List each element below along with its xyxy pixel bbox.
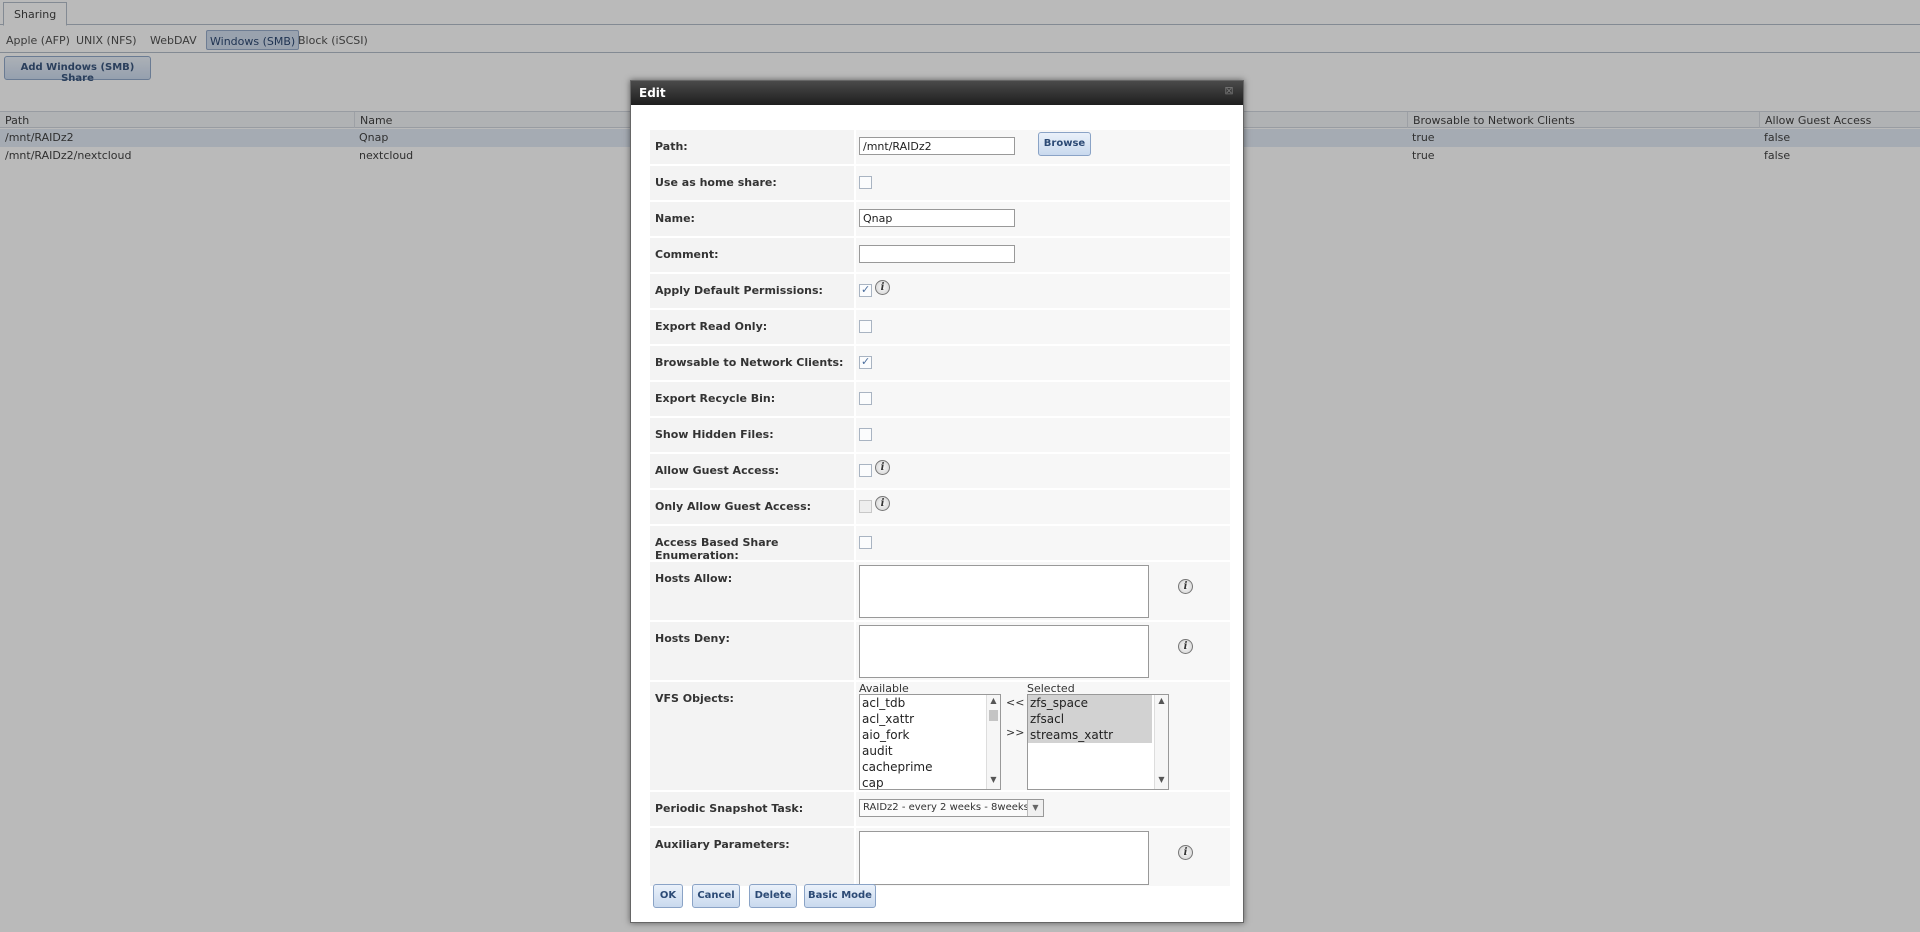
list-item[interactable]: cacheprime	[860, 759, 1000, 775]
label-vfs-objects: VFS Objects:	[650, 682, 854, 790]
abe-checkbox[interactable]	[859, 536, 872, 549]
info-icon[interactable]: i	[1178, 639, 1193, 654]
vfs-selected-scrollbar[interactable]: ▲ ▼	[1154, 695, 1168, 789]
scroll-thumb[interactable]	[989, 710, 998, 721]
home-share-checkbox[interactable]	[859, 176, 872, 189]
label-read-only: Export Read Only:	[650, 310, 854, 344]
row-path: Path: /mnt/RAIDz2 Browse	[650, 130, 1230, 164]
aux-params-textarea[interactable]	[859, 831, 1149, 885]
label-browsable: Browsable to Network Clients:	[650, 346, 854, 380]
list-item[interactable]: aio_fork	[860, 727, 1000, 743]
label-hosts-allow: Hosts Allow:	[650, 562, 854, 620]
label-path: Path:	[650, 130, 854, 164]
name-input[interactable]: Qnap	[859, 209, 1015, 227]
info-icon[interactable]: i	[875, 280, 890, 295]
list-item[interactable]: audit	[860, 743, 1000, 759]
row-snapshot-task: Periodic Snapshot Task: RAIDz2 - every 2…	[650, 792, 1230, 826]
row-hidden-files: Show Hidden Files:	[650, 418, 1230, 452]
browse-button[interactable]: Browse	[1038, 132, 1091, 156]
row-read-only: Export Read Only:	[650, 310, 1230, 344]
list-item[interactable]: acl_xattr	[860, 711, 1000, 727]
label-comment: Comment:	[650, 238, 854, 272]
hosts-allow-textarea[interactable]	[859, 565, 1149, 618]
list-item[interactable]: acl_tdb	[860, 695, 1000, 711]
snapshot-task-select[interactable]: RAIDz2 - every 2 weeks - 8weeks ▼	[859, 799, 1044, 817]
chevron-down-icon[interactable]: ▼	[1027, 800, 1043, 816]
row-aux-params: Auxiliary Parameters: i	[650, 828, 1230, 886]
scroll-up-icon[interactable]: ▲	[987, 696, 1000, 709]
row-browsable: Browsable to Network Clients:	[650, 346, 1230, 380]
list-item[interactable]: zfs_space	[1028, 695, 1152, 711]
vfs-selected-list[interactable]: zfs_space zfsacl streams_xattr ▲ ▼	[1027, 694, 1169, 790]
dialog-title: Edit	[631, 81, 1243, 105]
label-guest-access: Allow Guest Access:	[650, 454, 854, 488]
label-aux-params: Auxiliary Parameters:	[650, 828, 854, 886]
hosts-deny-textarea[interactable]	[859, 625, 1149, 678]
row-guest-access: Allow Guest Access: i	[650, 454, 1230, 488]
scroll-down-icon[interactable]: ▼	[987, 775, 1000, 788]
snapshot-task-value: RAIDz2 - every 2 weeks - 8weeks	[863, 802, 1029, 813]
info-icon[interactable]: i	[1178, 845, 1193, 860]
label-snapshot-task: Periodic Snapshot Task:	[650, 792, 854, 826]
move-right-button[interactable]: >>	[1006, 726, 1024, 739]
label-abe: Access Based Share Enumeration:	[650, 526, 854, 562]
label-default-permissions: Apply Default Permissions:	[650, 274, 854, 308]
default-permissions-checkbox[interactable]	[859, 283, 872, 297]
label-name: Name:	[650, 202, 854, 236]
list-item[interactable]: zfsacl	[1028, 711, 1152, 727]
row-home-share: Use as home share:	[650, 166, 1230, 200]
scroll-up-icon[interactable]: ▲	[1155, 696, 1168, 709]
scroll-down-icon[interactable]: ▼	[1155, 775, 1168, 788]
row-default-permissions: Apply Default Permissions: i	[650, 274, 1230, 308]
info-icon[interactable]: i	[875, 460, 890, 475]
move-left-button[interactable]: <<	[1006, 696, 1024, 709]
ok-button[interactable]: OK	[653, 884, 683, 908]
cancel-button[interactable]: Cancel	[692, 884, 740, 908]
comment-input[interactable]	[859, 245, 1015, 263]
vfs-available-scrollbar[interactable]: ▲ ▼	[986, 695, 1000, 789]
list-item[interactable]: cap	[860, 775, 1000, 789]
row-hosts-deny: Hosts Deny: i	[650, 622, 1230, 680]
browsable-checkbox[interactable]	[859, 355, 872, 369]
info-icon[interactable]: i	[1178, 579, 1193, 594]
row-hosts-allow: Hosts Allow: i	[650, 562, 1230, 620]
basic-mode-button[interactable]: Basic Mode	[804, 884, 876, 908]
row-abe: Access Based Share Enumeration:	[650, 526, 1230, 562]
read-only-checkbox[interactable]	[859, 320, 872, 333]
label-recycle-bin: Export Recycle Bin:	[650, 382, 854, 416]
row-recycle-bin: Export Recycle Bin:	[650, 382, 1230, 416]
list-item[interactable]: streams_xattr	[1028, 727, 1152, 743]
label-hidden-files: Show Hidden Files:	[650, 418, 854, 452]
guest-access-checkbox[interactable]	[859, 464, 872, 477]
label-hosts-deny: Hosts Deny:	[650, 622, 854, 680]
delete-button[interactable]: Delete	[749, 884, 797, 908]
row-comment: Comment:	[650, 238, 1230, 272]
guest-only-checkbox[interactable]	[859, 500, 872, 513]
label-home-share: Use as home share:	[650, 166, 854, 200]
recycle-bin-checkbox[interactable]	[859, 392, 872, 405]
edit-smb-dialog: Edit ⊠ Path: /mnt/RAIDz2 Browse Use as h…	[630, 80, 1244, 923]
label-guest-only: Only Allow Guest Access:	[650, 490, 854, 524]
close-icon[interactable]: ⊠	[1223, 85, 1235, 97]
path-input[interactable]: /mnt/RAIDz2	[859, 137, 1015, 155]
info-icon[interactable]: i	[875, 496, 890, 511]
vfs-available-list[interactable]: acl_tdb acl_xattr aio_fork audit cachepr…	[859, 694, 1001, 790]
row-vfs-objects: VFS Objects: Available acl_tdb acl_xattr…	[650, 682, 1230, 790]
row-guest-only: Only Allow Guest Access: i	[650, 490, 1230, 524]
hidden-files-checkbox[interactable]	[859, 428, 872, 441]
row-name: Name: Qnap	[650, 202, 1230, 236]
